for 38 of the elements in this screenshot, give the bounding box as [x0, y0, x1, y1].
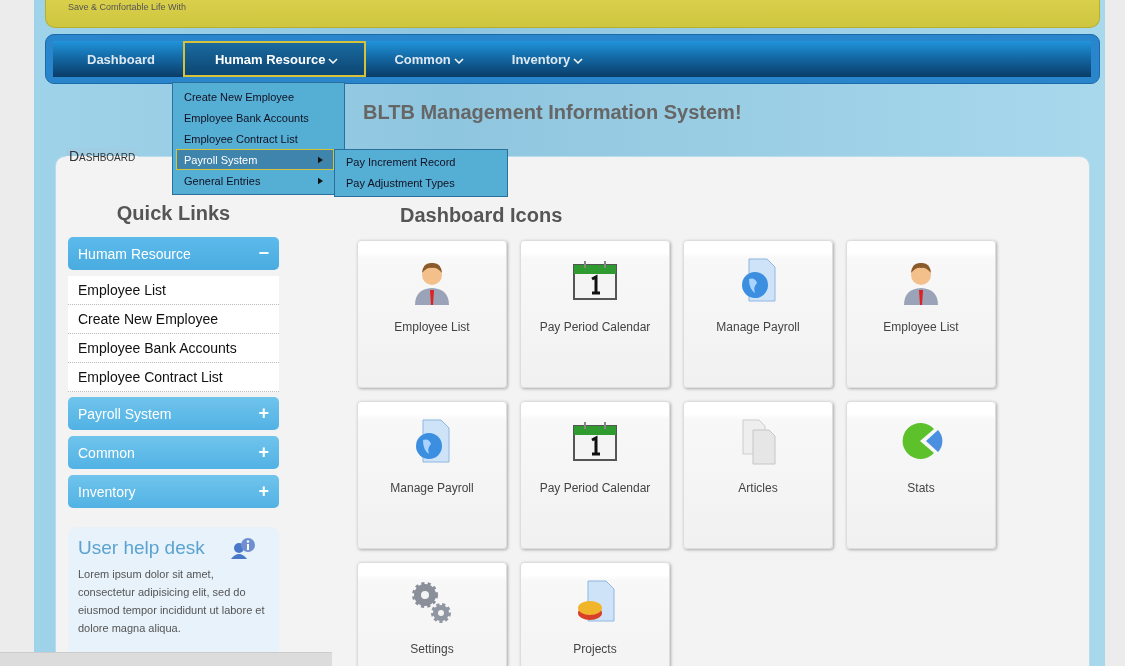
menu-item[interactable]: Pay Increment Record	[335, 151, 507, 172]
quick-links-heading: Quick Links	[115, 202, 232, 226]
quick-link[interactable]: Employee List	[68, 276, 279, 305]
nav-item[interactable]: Dashboard	[67, 41, 175, 77]
dashboard-tile[interactable]: Manage Payroll	[357, 401, 507, 549]
dashboard-tile[interactable]: Employee List	[357, 240, 507, 388]
dashboard-tile[interactable]: Settings	[357, 562, 507, 666]
help-desk-text: Lorem ipsum dolor sit amet, consectetur adipisicing elit, sed do eiusmod tempor incididunt ut labore et dolore magna aliqua.	[78, 567, 266, 636]
dashboard-tile[interactable]: Pay Period Calendar	[520, 240, 670, 388]
chevron-down-icon	[573, 57, 584, 65]
nav-item[interactable]: Humam Resource	[182, 41, 367, 77]
dashboard-tile[interactable]: Projects	[520, 562, 670, 666]
menu-item[interactable]: Pay Adjustment Types	[335, 172, 507, 193]
page-title: BLTB Management Information System!	[363, 101, 743, 125]
chevron-down-icon	[453, 57, 464, 65]
help-desk-title: User help desk	[78, 537, 205, 559]
submenu-arrow-icon	[318, 155, 323, 164]
dashboard-tile[interactable]: Manage Payroll	[683, 240, 833, 388]
nav-item[interactable]: Inventory	[491, 41, 604, 77]
user-info-icon	[231, 537, 257, 559]
dashboard-tile[interactable]: Pay Period Calendar	[520, 401, 670, 549]
quick-link[interactable]: Employee Bank Accounts	[68, 334, 279, 363]
menu-item[interactable]: Create New Employee	[173, 86, 334, 107]
dashboard-tile[interactable]: Employee List	[846, 240, 996, 388]
nav-item[interactable]: Common	[374, 41, 484, 77]
menu-item[interactable]: General Entries	[173, 170, 334, 191]
dashboard-tile[interactable]: Stats	[846, 401, 996, 549]
quick-link[interactable]: Create New Employee	[68, 305, 279, 334]
menu-item[interactable]: Employee Bank Accounts	[173, 107, 334, 128]
quick-link[interactable]: Employee Contract List	[68, 363, 279, 392]
banner: Save & Comfortable Life With	[45, 0, 1100, 28]
dashboard-tile[interactable]: Articles	[683, 401, 833, 549]
chevron-down-icon	[328, 57, 339, 65]
panel-legend: Dashboard	[66, 148, 139, 164]
dashboard-icons-heading: Dashboard Icons	[400, 204, 564, 228]
menu-item[interactable]: Payroll System	[176, 149, 334, 170]
submenu-arrow-icon	[318, 176, 323, 185]
menu-item[interactable]: Employee Contract List	[173, 128, 334, 149]
